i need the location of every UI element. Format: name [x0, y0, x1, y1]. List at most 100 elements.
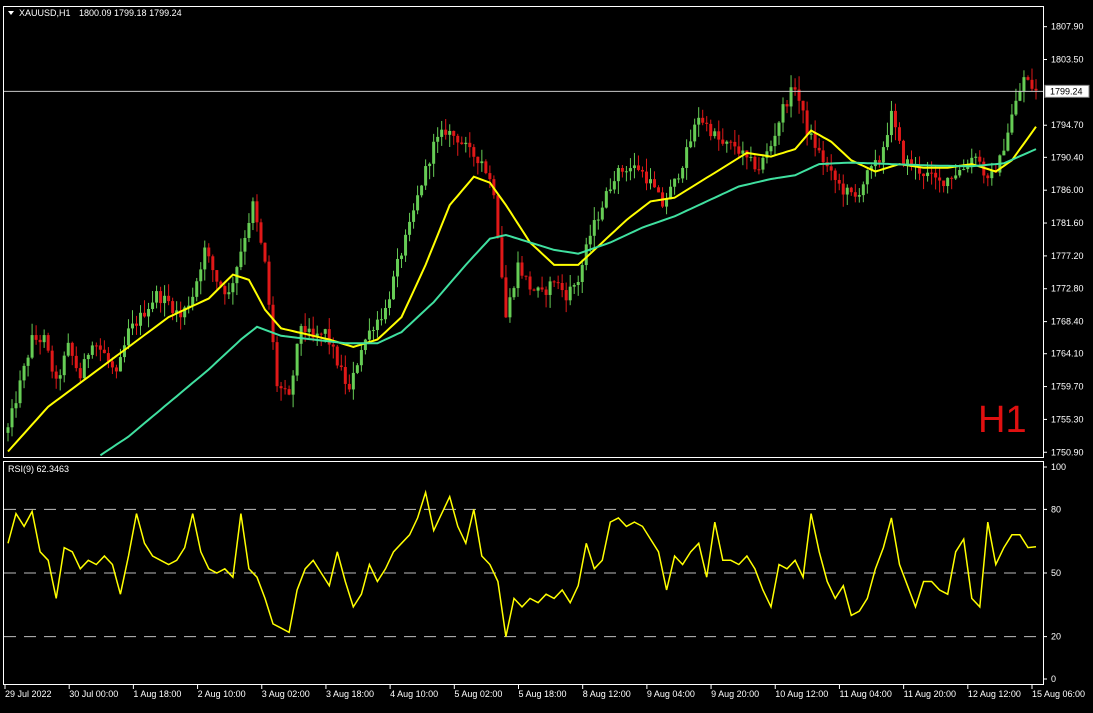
rsi-tick-label: 80: [1051, 504, 1061, 514]
candle-body: [612, 181, 616, 190]
candle-body: [412, 210, 416, 222]
candle-body: [239, 251, 243, 268]
candle-body: [681, 167, 685, 179]
candle-body: [640, 169, 644, 172]
candle-body: [151, 302, 155, 309]
candle-body: [319, 333, 323, 335]
candle-body: [717, 131, 721, 140]
candle-body: [98, 345, 102, 350]
candle-body: [584, 244, 588, 266]
candle-body: [934, 172, 938, 178]
candle: [275, 336, 279, 392]
candle: [901, 139, 905, 168]
candle-body: [568, 286, 572, 301]
candle-body: [408, 221, 412, 235]
candle-body: [416, 195, 420, 211]
candle-body: [70, 342, 74, 356]
candle-body: [432, 141, 436, 164]
ohlc-values: 1800.09 1799.18 1799.24: [79, 8, 182, 18]
candle-body: [564, 290, 568, 301]
candle-body: [1018, 91, 1022, 101]
candle-body: [540, 287, 544, 290]
candle-body: [649, 179, 652, 184]
candle-body: [118, 357, 122, 372]
candle-body: [1014, 100, 1018, 115]
candle-body: [371, 330, 375, 332]
candle-body: [392, 276, 395, 300]
price-tick-label: 1794.70: [1051, 120, 1084, 130]
candle-body: [673, 178, 677, 187]
candle-body: [271, 304, 275, 343]
candle-body: [608, 189, 612, 192]
candle-body: [58, 375, 62, 379]
candle-body: [978, 156, 982, 162]
candle-body: [14, 403, 18, 409]
candle-body: [974, 156, 978, 158]
candle-body: [701, 117, 705, 123]
candle-body: [74, 355, 78, 369]
candle-body: [632, 165, 636, 169]
candle-body: [713, 131, 717, 137]
candle-body: [62, 355, 66, 376]
candle-body: [528, 276, 532, 290]
price-tick-label: 1768.40: [1051, 317, 1084, 327]
candle-body: [508, 297, 512, 318]
candle-body: [705, 122, 709, 124]
candle-body: [721, 139, 725, 144]
candle-body: [604, 191, 608, 208]
time-tick-label: 8 Aug 12:00: [583, 689, 631, 699]
candle: [259, 218, 263, 245]
candle-body: [50, 350, 54, 372]
candle-body: [227, 292, 231, 295]
candle-body: [211, 256, 215, 271]
candle-body: [255, 201, 259, 223]
time-tick-label: 9 Aug 20:00: [711, 689, 759, 699]
rsi-label: RSI(9) 62.3463: [8, 464, 69, 474]
candle-body: [460, 142, 464, 145]
candle-body: [363, 339, 367, 351]
candle-body: [139, 312, 143, 326]
candle-body: [942, 180, 946, 187]
candle-body: [46, 335, 50, 351]
candle-body: [102, 349, 106, 354]
candle-body: [729, 141, 733, 143]
candle-body: [653, 179, 657, 188]
candle: [496, 192, 500, 239]
time-tick-label: 30 Jul 00:00: [69, 689, 118, 699]
time-tick-label: 10 Aug 12:00: [775, 689, 828, 699]
price-tick-label: 1777.20: [1051, 251, 1084, 261]
candle-body: [877, 160, 881, 163]
candle-body: [66, 342, 70, 356]
candle-body: [938, 177, 942, 181]
candle-body: [616, 168, 620, 182]
candle-body: [753, 156, 757, 170]
candle: [484, 159, 488, 175]
candle-body: [147, 308, 151, 317]
candle-body: [829, 166, 833, 171]
candle-body: [351, 372, 355, 390]
candle-body: [287, 389, 291, 395]
candle-body: [279, 386, 283, 389]
current-price-label: 1799.24: [1050, 86, 1083, 96]
candle-body: [251, 201, 255, 223]
candle-body: [428, 163, 432, 167]
candle-body: [685, 147, 689, 168]
candle-body: [572, 285, 576, 287]
time-axis: 29 Jul 2022 30 Jul 00:00 1 Aug 18:00 2 Aug …: [4, 685, 1085, 699]
candle-body: [849, 187, 853, 193]
candle-body: [331, 344, 335, 347]
candle-body: [950, 177, 954, 179]
candle-body: [881, 147, 885, 163]
candle-body: [946, 177, 950, 187]
candle-body: [424, 166, 428, 186]
candle-body: [452, 130, 456, 136]
candle-body: [962, 169, 966, 171]
candle-body: [644, 171, 648, 184]
candle-body: [379, 319, 383, 321]
candle-body: [986, 175, 990, 179]
candle-body: [954, 175, 958, 179]
candle-body: [267, 261, 271, 305]
time-tick-label: 3 Aug 18:00: [326, 689, 374, 699]
price-tick-label: 1803.50: [1051, 55, 1084, 65]
symbol-timeframe: XAUUSD,H1: [19, 8, 71, 18]
